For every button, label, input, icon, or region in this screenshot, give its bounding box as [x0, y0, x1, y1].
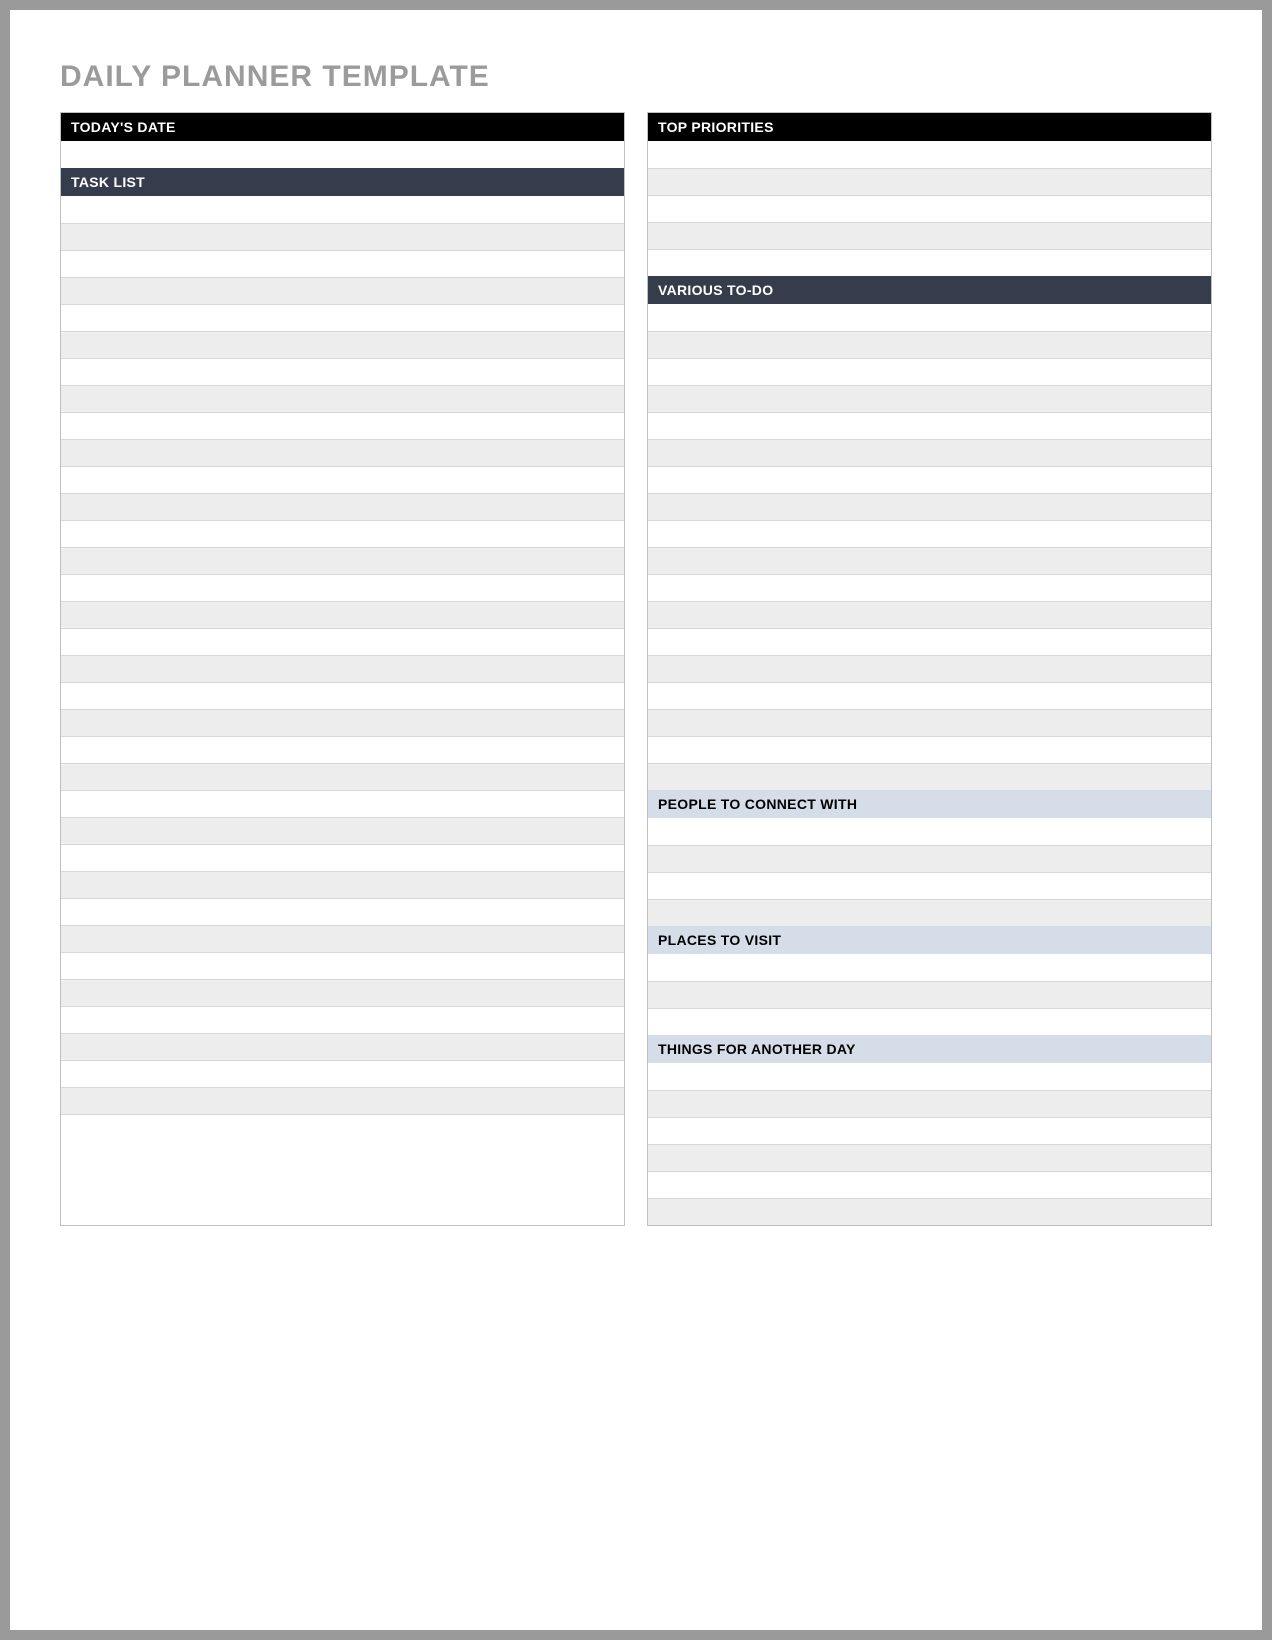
input-row[interactable] [648, 222, 1211, 249]
input-row[interactable] [648, 141, 1211, 168]
input-row[interactable] [61, 358, 624, 385]
input-row[interactable] [61, 277, 624, 304]
various-todo-header: VARIOUS TO-DO [648, 276, 1211, 304]
input-row[interactable] [648, 818, 1211, 845]
input-row[interactable] [648, 493, 1211, 520]
input-row[interactable] [648, 845, 1211, 872]
input-row[interactable] [648, 872, 1211, 899]
input-row[interactable] [648, 547, 1211, 574]
input-row[interactable] [61, 520, 624, 547]
input-row[interactable] [648, 601, 1211, 628]
input-row[interactable] [61, 601, 624, 628]
input-row[interactable] [61, 736, 624, 763]
input-row[interactable] [648, 736, 1211, 763]
input-row[interactable] [61, 223, 624, 250]
input-row[interactable] [648, 358, 1211, 385]
input-row[interactable] [61, 547, 624, 574]
input-row[interactable] [648, 249, 1211, 276]
input-row[interactable] [61, 1087, 624, 1114]
input-row[interactable] [61, 1006, 624, 1033]
left-column: TODAY'S DATE TASK LIST [60, 112, 625, 1226]
input-row[interactable] [61, 682, 624, 709]
input-row[interactable] [648, 1171, 1211, 1198]
input-row[interactable] [61, 655, 624, 682]
input-row[interactable] [61, 979, 624, 1006]
places-header: PLACES TO VISIT [648, 926, 1211, 954]
input-row[interactable] [61, 628, 624, 655]
people-header: PEOPLE TO CONNECT WITH [648, 790, 1211, 818]
input-row[interactable] [61, 141, 624, 168]
top-priorities-header: TOP PRIORITIES [648, 113, 1211, 141]
input-row[interactable] [648, 466, 1211, 493]
input-row[interactable] [648, 1008, 1211, 1035]
input-row[interactable] [648, 331, 1211, 358]
input-row[interactable] [61, 196, 624, 223]
input-row[interactable] [61, 439, 624, 466]
input-row[interactable] [61, 871, 624, 898]
input-row[interactable] [648, 899, 1211, 926]
page-title: DAILY PLANNER TEMPLATE [60, 60, 1212, 94]
top-priorities-rows [648, 141, 1211, 276]
input-row[interactable] [61, 844, 624, 871]
input-row[interactable] [61, 709, 624, 736]
task-list-rows [61, 196, 624, 1141]
input-row[interactable] [61, 1060, 624, 1087]
various-todo-rows [648, 304, 1211, 790]
input-row[interactable] [648, 682, 1211, 709]
input-row[interactable] [648, 412, 1211, 439]
input-row[interactable] [61, 898, 624, 925]
right-column: TOP PRIORITIES VARIOUS TO-DO PEOPLE TO C… [647, 112, 1212, 1226]
input-row[interactable] [61, 385, 624, 412]
input-row[interactable] [61, 952, 624, 979]
todays-date-header: TODAY'S DATE [61, 113, 624, 141]
input-row[interactable] [648, 520, 1211, 547]
input-row[interactable] [648, 1117, 1211, 1144]
input-row[interactable] [61, 466, 624, 493]
input-row[interactable] [648, 1063, 1211, 1090]
input-row[interactable] [648, 709, 1211, 736]
input-row[interactable] [61, 1114, 624, 1141]
input-row[interactable] [648, 1090, 1211, 1117]
input-row[interactable] [648, 439, 1211, 466]
columns-wrapper: TODAY'S DATE TASK LIST TOP PRIORITIES VA… [60, 112, 1212, 1226]
places-rows [648, 954, 1211, 1035]
input-row[interactable] [648, 304, 1211, 331]
input-row[interactable] [648, 574, 1211, 601]
input-row[interactable] [61, 1033, 624, 1060]
input-row[interactable] [648, 195, 1211, 222]
input-row[interactable] [61, 763, 624, 790]
input-row[interactable] [61, 412, 624, 439]
todays-date-rows [61, 141, 624, 168]
input-row[interactable] [61, 331, 624, 358]
input-row[interactable] [61, 493, 624, 520]
input-row[interactable] [61, 304, 624, 331]
input-row[interactable] [61, 817, 624, 844]
input-row[interactable] [648, 981, 1211, 1008]
input-row[interactable] [648, 1144, 1211, 1171]
things-rows [648, 1063, 1211, 1225]
input-row[interactable] [648, 168, 1211, 195]
input-row[interactable] [61, 925, 624, 952]
input-row[interactable] [648, 763, 1211, 790]
input-row[interactable] [648, 1198, 1211, 1225]
input-row[interactable] [648, 655, 1211, 682]
people-rows [648, 818, 1211, 926]
input-row[interactable] [648, 385, 1211, 412]
input-row[interactable] [61, 250, 624, 277]
input-row[interactable] [648, 628, 1211, 655]
things-header: THINGS FOR ANOTHER DAY [648, 1035, 1211, 1063]
input-row[interactable] [61, 574, 624, 601]
task-list-header: TASK LIST [61, 168, 624, 196]
input-row[interactable] [61, 790, 624, 817]
input-row[interactable] [648, 954, 1211, 981]
page: DAILY PLANNER TEMPLATE TODAY'S DATE TASK… [10, 10, 1262, 1630]
